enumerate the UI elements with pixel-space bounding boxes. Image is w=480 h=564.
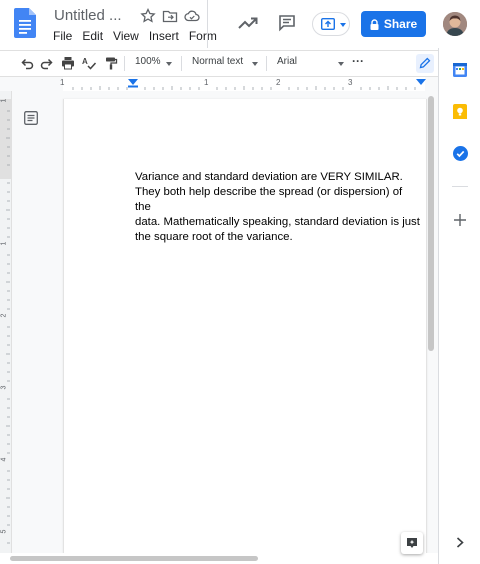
avatar[interactable] — [443, 12, 467, 36]
header-divider — [207, 0, 208, 48]
menu-view[interactable]: View — [113, 29, 139, 43]
vertical-ruler-mark: 4 — [0, 457, 8, 462]
present-button[interactable] — [312, 12, 350, 36]
document-title[interactable]: Untitled ... — [54, 7, 122, 24]
more-options-button[interactable]: ··· — [352, 54, 364, 68]
calendar-icon[interactable] — [453, 62, 467, 77]
vertical-ruler-mark: 5 — [0, 529, 8, 534]
spellcheck-icon[interactable]: A — [82, 56, 96, 70]
horizontal-ruler[interactable]: 1 1 2 3 — [0, 77, 438, 92]
vertical-ruler-mark: 1 — [0, 98, 8, 103]
ruler-mark: 3 — [348, 78, 353, 87]
menu-insert[interactable]: Insert — [149, 29, 179, 43]
document-body-text[interactable]: Variance and standard deviation are VERY… — [135, 170, 420, 245]
docs-logo-icon[interactable] — [14, 8, 36, 38]
horizontal-scrollbar[interactable] — [10, 556, 258, 561]
vertical-ruler-mark: 3 — [0, 385, 8, 390]
ruler-mark: 1 — [60, 78, 65, 87]
zoom-caret-icon — [166, 62, 172, 66]
ruler-mark: 1 — [204, 78, 209, 87]
toolbar-separator — [124, 56, 125, 71]
vertical-ruler-ticks — [0, 99, 11, 544]
font-select[interactable]: Arial — [277, 56, 297, 67]
tasks-icon[interactable] — [453, 146, 468, 161]
menu-format[interactable]: Form — [189, 29, 217, 43]
vertical-ruler[interactable]: 1 1 2 3 4 5 — [0, 91, 12, 553]
present-icon — [321, 18, 335, 30]
svg-text:A: A — [82, 57, 88, 66]
chevron-down-icon — [340, 23, 346, 27]
keep-icon[interactable] — [453, 104, 467, 119]
zoom-select[interactable]: 100% — [135, 56, 161, 67]
print-icon[interactable] — [61, 56, 75, 70]
move-folder-icon[interactable] — [162, 8, 178, 24]
vertical-ruler-mark: 2 — [0, 313, 8, 318]
share-label: Share — [383, 17, 418, 31]
menu-edit[interactable]: Edit — [82, 29, 103, 43]
ruler-mark: 2 — [276, 78, 281, 87]
redo-icon[interactable] — [40, 56, 54, 70]
vertical-ruler-mark: 1 — [0, 241, 8, 246]
share-button[interactable]: Share — [361, 11, 426, 37]
side-panel — [438, 48, 480, 564]
chevron-right-icon[interactable] — [456, 537, 464, 548]
toolbar-separator — [181, 56, 182, 71]
star-icon[interactable] — [140, 8, 156, 24]
explore-button[interactable] — [401, 532, 423, 554]
vertical-scrollbar[interactable] — [428, 96, 434, 351]
plus-icon[interactable] — [454, 214, 466, 226]
avatar-image — [443, 12, 467, 36]
undo-icon[interactable] — [20, 56, 34, 70]
formatting-toolbar: A 100% Normal text Arial ··· — [0, 50, 438, 77]
toolbar-separator — [266, 56, 267, 71]
ruler-ticks — [63, 77, 426, 91]
trending-icon[interactable] — [238, 15, 258, 31]
font-caret-icon — [338, 62, 344, 66]
cloud-icon[interactable] — [184, 8, 200, 24]
editing-mode-button[interactable] — [416, 54, 434, 73]
style-caret-icon — [252, 62, 258, 66]
menu-bar: File Edit View Insert Form — [53, 29, 227, 43]
menu-file[interactable]: File — [53, 29, 72, 43]
style-select[interactable]: Normal text — [192, 56, 243, 67]
paint-format-icon[interactable] — [104, 56, 118, 70]
side-panel-divider — [452, 186, 468, 187]
outline-icon[interactable] — [24, 111, 38, 125]
document-page[interactable] — [63, 99, 427, 554]
pencil-icon — [419, 57, 431, 69]
lock-icon — [370, 18, 379, 30]
comment-icon[interactable] — [278, 14, 296, 32]
explore-icon — [407, 538, 417, 548]
